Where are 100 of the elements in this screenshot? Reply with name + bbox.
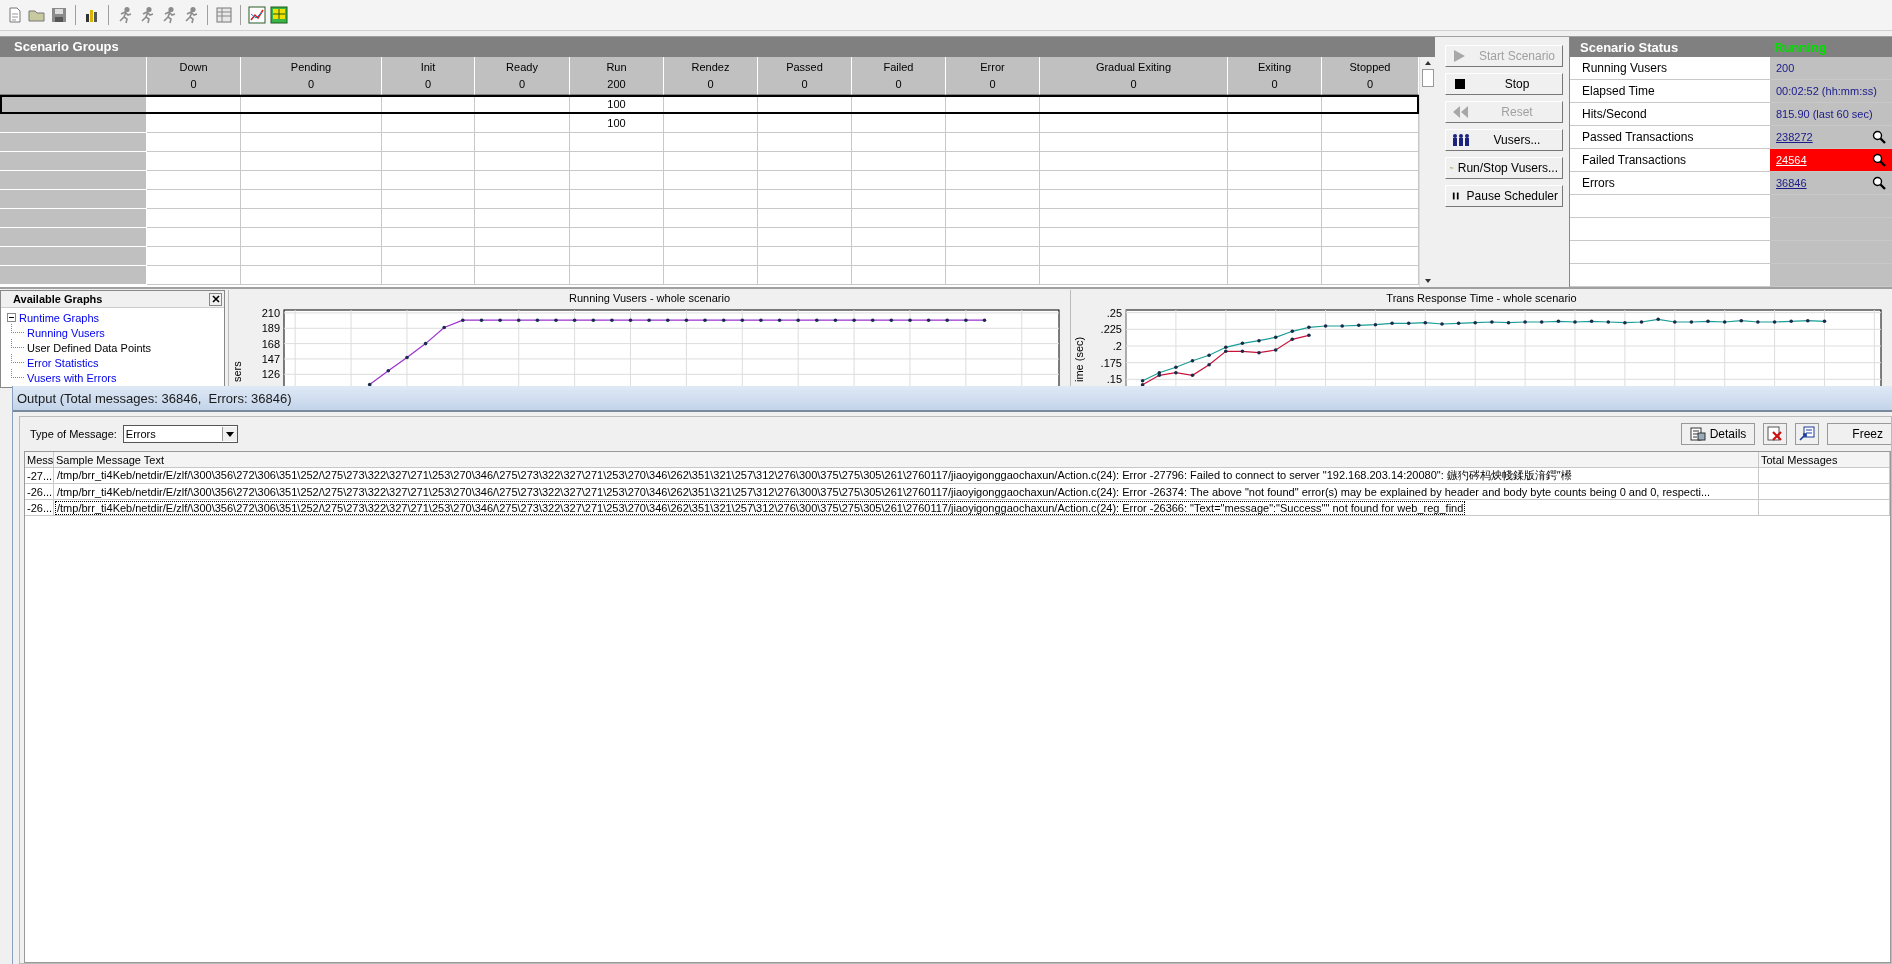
tick-label: .175	[1100, 356, 1122, 369]
column-header[interactable]: Sample Message Text	[54, 452, 1759, 468]
data-point	[1523, 320, 1527, 324]
message-row[interactable]	[25, 468, 1890, 484]
status-value: 200	[1776, 62, 1795, 74]
vusers-button[interactable]: Vusers...	[1445, 129, 1563, 151]
column-label: Pending	[290, 61, 332, 73]
field-label: Type of Message:	[30, 428, 117, 440]
chart-title: Trans Response Time - whole scenario	[1386, 292, 1577, 304]
column-header[interactable]: Ready 0	[475, 57, 570, 95]
status-label: Passed Transactions	[1582, 130, 1694, 144]
column-header[interactable]: Failed 0	[852, 57, 946, 95]
data-point	[386, 368, 391, 373]
tree-item[interactable]: Error Statistics	[27, 356, 99, 369]
data-point	[1456, 321, 1461, 326]
column-header[interactable]: Init 0	[382, 57, 475, 95]
search-icon[interactable]	[1872, 130, 1886, 144]
chart-icon[interactable]	[248, 6, 266, 24]
status-link[interactable]: 36846	[1776, 177, 1807, 189]
export-icon	[1799, 426, 1816, 442]
tick-label: 189	[261, 322, 280, 335]
tick-label: .15	[1106, 373, 1122, 386]
data-point	[1240, 341, 1245, 346]
column-header[interactable]: Gradual Exiting 0	[1040, 57, 1228, 95]
data-point	[1207, 353, 1211, 358]
message-row[interactable]	[25, 500, 1890, 516]
pause-scheduler-button[interactable]: Pause Scheduler	[1445, 185, 1563, 207]
column-label: Ready	[506, 61, 538, 73]
group-row[interactable]: 100	[0, 95, 1419, 114]
data-point	[1490, 320, 1494, 324]
data-point	[1390, 321, 1394, 326]
data-point	[870, 318, 875, 322]
message-row[interactable]	[25, 484, 1890, 500]
data-point	[852, 318, 856, 322]
freeze-button[interactable]: Freez	[1827, 423, 1891, 445]
details-button[interactable]: Details	[1680, 423, 1756, 445]
run-stop-vusers-button[interactable]: Run/Stop Vusers...	[1445, 157, 1563, 179]
data-point	[759, 318, 763, 322]
column-count: 0	[190, 78, 197, 90]
tick-label: 210	[261, 306, 280, 319]
data-point	[1706, 319, 1710, 324]
status-link[interactable]: 238272	[1776, 131, 1813, 143]
data-point	[1307, 333, 1311, 338]
column-header[interactable]: Rendez 0	[664, 57, 758, 95]
column-label: Exiting	[1258, 61, 1291, 73]
panel-title: Scenario Status	[1579, 39, 1680, 55]
column-count: 200	[607, 78, 626, 90]
data-point	[1273, 348, 1278, 352]
collapse-icon[interactable]	[7, 313, 16, 322]
column-count: 0	[1130, 78, 1137, 90]
window-title: Output (Total messages: 36846, Errors: 36846)	[17, 390, 292, 406]
chart-title: Running Vusers - whole scenario	[569, 292, 730, 304]
data-point	[1506, 320, 1511, 325]
column-count: 0	[1271, 78, 1278, 90]
scrollbar[interactable]	[1419, 57, 1435, 287]
grid-chart-icon[interactable]	[270, 6, 288, 24]
column-header[interactable]: Mess	[25, 452, 54, 468]
column-header[interactable]: Pending 0	[241, 57, 382, 95]
column-header[interactable]: Down 0	[147, 57, 241, 95]
scroll-thumb[interactable]	[1421, 69, 1434, 87]
message-text: /tmp/brr_ti4Keb/netdir/E/zlf/\300\356\272\306\351\252/\275\273\322\327\271\253\270\346/\275\273\322\327\271\253\270\346\262\351\321\257\312\276\300\375\275\305\261\2760117/jiaoyigonggaochaxun/Action.c(24): Error -27796: Failed to connect to server "192.168.203.14:20080": 鏃犳硶杩炴帴鍒版湇鍔″櫒	[56, 468, 1573, 483]
tick-label: 147	[261, 352, 280, 365]
stop-button[interactable]: Stop	[1445, 73, 1563, 95]
tree-item[interactable]: Running Vusers	[27, 326, 105, 339]
data-point	[889, 318, 894, 322]
column-label: Failed	[883, 61, 914, 73]
data-point	[1639, 320, 1644, 324]
data-point	[740, 318, 745, 322]
data-point	[535, 318, 540, 322]
message-type-dropdown[interactable]: Errors	[122, 425, 238, 443]
data-point	[1240, 349, 1245, 354]
tree-item[interactable]: User Defined Data Points	[27, 341, 152, 354]
tick-label: .225	[1100, 323, 1122, 336]
column-header[interactable]: Total Messages	[1759, 452, 1890, 468]
tree-item[interactable]: Runtime Graphs	[19, 311, 100, 324]
status-link[interactable]: 24564	[1776, 154, 1807, 166]
export-button[interactable]	[1795, 423, 1820, 445]
axis-label: ime (sec)	[1073, 336, 1085, 382]
data-point	[1573, 320, 1577, 324]
tick-label: 126	[261, 368, 280, 381]
column-header[interactable]: Error 0	[946, 57, 1040, 95]
data-point	[1589, 319, 1594, 324]
search-icon[interactable]	[1872, 153, 1886, 167]
column-header[interactable]: Stopped 0	[1322, 57, 1419, 95]
column-header[interactable]: Run 200	[570, 57, 664, 95]
tree-item[interactable]: Vusers with Errors	[27, 371, 117, 384]
close-button[interactable]	[209, 292, 222, 306]
group-row[interactable]: 100	[0, 114, 1419, 133]
search-icon[interactable]	[1872, 176, 1886, 190]
save-icon[interactable]	[50, 6, 68, 24]
data-point	[405, 355, 409, 360]
column-label: Down	[179, 61, 208, 73]
delete-button[interactable]	[1763, 423, 1788, 445]
data-point	[1323, 324, 1328, 328]
data-point	[498, 318, 502, 322]
data-point	[1623, 320, 1627, 325]
column-header[interactable]: Exiting 0	[1228, 57, 1322, 95]
table-cell: -26...	[27, 485, 53, 498]
data-point	[1357, 323, 1361, 328]
column-header[interactable]: Passed 0	[758, 57, 852, 95]
